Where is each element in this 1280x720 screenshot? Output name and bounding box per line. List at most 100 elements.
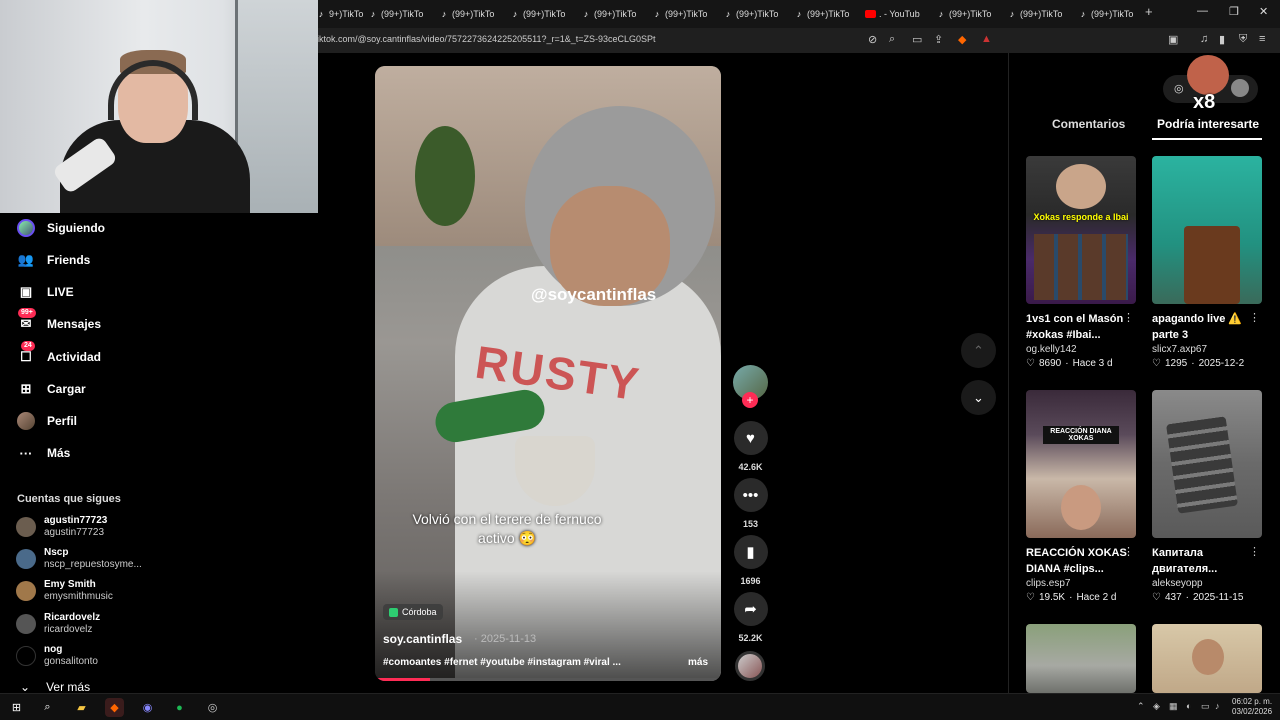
browser-tab[interactable]: ♪ (99+)TikTo: [510, 5, 578, 23]
active-tab-indicator: [1152, 138, 1262, 140]
panel-icon[interactable]: ▮: [1219, 33, 1225, 46]
obs-icon[interactable]: ◎: [203, 698, 222, 717]
recommended-video-card[interactable]: Капитала двигателя... ⋮ alekseyopp ♡ 437 ·…: [1152, 390, 1262, 603]
following-account[interactable]: nog gonsalitonto: [16, 644, 98, 668]
recommended-video-card[interactable]: [1026, 624, 1136, 693]
follow-plus-icon[interactable]: +: [742, 392, 758, 408]
tab-recommended[interactable]: Podría interesarte: [1157, 117, 1259, 131]
tray-app-icon[interactable]: ▦: [1169, 701, 1178, 712]
more-options-icon[interactable]: ⋮: [1249, 311, 1260, 324]
video-thumbnail: [1152, 624, 1262, 693]
video-progress-fill: [375, 678, 431, 681]
sidebar-item-profile[interactable]: Perfil: [17, 410, 77, 432]
vpn-shield-icon[interactable]: ⛨: [1239, 33, 1247, 46]
chevron-up-icon[interactable]: ⌃: [1137, 701, 1145, 712]
next-video-button[interactable]: ⌄: [961, 380, 996, 415]
system-clock[interactable]: 06:02 p. m. 03/02/2026: [1232, 697, 1272, 717]
recommended-video-card[interactable]: [1152, 624, 1262, 693]
browser-tab[interactable]: ♪ (99+)TikTo: [936, 5, 1004, 23]
restore-icon[interactable]: ❐: [1229, 5, 1239, 18]
browser-tab[interactable]: ♪ (99+)TikTo: [439, 5, 507, 23]
browser-tab[interactable]: ♪ 9+)TikTo: [316, 5, 366, 23]
browser-tab[interactable]: ♪ (99+)TikTo: [1007, 5, 1075, 23]
compass-icon[interactable]: ◎: [1174, 82, 1184, 95]
browser-tab[interactable]: ♪ (99+)TikTo: [723, 5, 791, 23]
recommended-video-card[interactable]: apagando live ⚠️ parte 3 ⋮ slicx7.axp67 …: [1152, 156, 1262, 369]
location-tag[interactable]: Córdoba: [383, 604, 443, 620]
sidebar-item-following[interactable]: Siguiendo: [17, 217, 105, 239]
heart-icon: ♡: [1026, 358, 1035, 369]
sidebar-item-upload[interactable]: ⊞ Cargar: [17, 378, 86, 400]
thumbnail-face: [1192, 639, 1224, 675]
video-hashtags[interactable]: #comoantes #fernet #youtube #instagram #…: [383, 657, 621, 668]
like-count: 42.6K: [738, 462, 763, 472]
video-player[interactable]: RUSTY @soycantinflas Volvió con el terer…: [375, 66, 721, 681]
close-icon[interactable]: ✕: [1259, 5, 1268, 18]
sidebar-toggle-icon[interactable]: ▣: [1168, 33, 1178, 46]
recommended-video-card[interactable]: Xokas responde a Ibai 1vs1 con el Masón …: [1026, 156, 1136, 369]
following-account[interactable]: Ricardovelz ricardovelz: [16, 612, 100, 636]
sidebar-item-live[interactable]: ▣ LIVE: [17, 281, 74, 303]
sidebar-item-friends[interactable]: 👥 Friends: [17, 249, 90, 271]
rewards-icon[interactable]: ▲: [981, 33, 992, 45]
sidebar-item-messages[interactable]: ✉ 99+ Mensajes: [17, 308, 101, 335]
new-tab-button[interactable]: +: [1145, 4, 1153, 19]
windows-start-icon[interactable]: ⊞: [7, 698, 26, 717]
tray-app-icon[interactable]: ◐: [1186, 701, 1191, 711]
music-disc[interactable]: [735, 651, 765, 681]
volume-icon[interactable]: ♪: [1215, 701, 1220, 711]
more-options-icon[interactable]: ⋮: [1123, 311, 1134, 324]
video-scene-tree: [415, 126, 475, 226]
brave-shield-icon[interactable]: ◆: [958, 33, 966, 46]
more-options-icon[interactable]: ⋮: [1249, 545, 1260, 558]
minimize-icon[interactable]: —: [1197, 5, 1208, 17]
cast-icon[interactable]: ▭: [912, 33, 922, 46]
browser-tab[interactable]: ♪ (99+)TikTo: [652, 5, 720, 23]
reaction-sticker: x8: [1185, 55, 1235, 113]
browser-tab[interactable]: ♪ (99+)TikTo: [368, 5, 436, 23]
sidebar-item-more[interactable]: ··· Más: [17, 442, 71, 464]
recommended-video-card[interactable]: REACCIÓN DIANA XOKAS REACCIÓN XOKAS DIAN…: [1026, 390, 1136, 603]
more-options-icon[interactable]: ⋮: [1123, 545, 1134, 558]
video-progress-bar[interactable]: [375, 678, 721, 681]
previous-video-button[interactable]: ⌃: [961, 333, 996, 368]
menu-icon[interactable]: ≡: [1259, 33, 1265, 45]
upload-icon: ⊞: [20, 381, 32, 396]
url-field[interactable]: iktok.com/@soy.cantinflas/video/75722736…: [317, 34, 656, 44]
browser-tab[interactable]: ♪ (99+)TikTo: [581, 5, 649, 23]
search-icon[interactable]: ⌕: [38, 698, 57, 717]
bookmark-icon: ▮: [733, 535, 768, 569]
youtube-icon: [865, 10, 876, 18]
browser-tab[interactable]: ♪ (99+)TikTo: [794, 5, 862, 23]
spotify-icon[interactable]: ●: [170, 698, 189, 717]
save-button[interactable]: ▮ 1696: [733, 535, 768, 586]
avatar: [16, 581, 36, 601]
see-more-button[interactable]: ⌄ Ver más: [20, 680, 90, 694]
tray-app-icon[interactable]: ◈: [1153, 701, 1160, 712]
following-account[interactable]: Emy Smith emysmithmusic: [16, 579, 113, 603]
more-button[interactable]: más: [688, 657, 708, 668]
share-button[interactable]: ➦ 52.2K: [733, 592, 768, 643]
mute-icon[interactable]: ⊘: [868, 33, 877, 46]
tiktok-icon: ♪: [938, 9, 944, 19]
discord-icon[interactable]: ◉: [138, 698, 157, 717]
brave-browser-icon[interactable]: ◆: [105, 698, 124, 717]
sidebar-item-activity[interactable]: ☐ 24 Actividad: [17, 341, 101, 368]
following-account[interactable]: agustin77723 agustin77723: [16, 515, 107, 539]
media-icon[interactable]: ♫: [1200, 33, 1208, 45]
browser-tab[interactable]: ♪ (99+)TikTo: [1078, 5, 1142, 23]
video-author[interactable]: soy.cantinflas: [383, 632, 462, 646]
comment-button[interactable]: ••• 153: [733, 478, 768, 529]
tab-comments[interactable]: Comentarios: [1052, 117, 1125, 131]
browser-tab[interactable]: . - YouTub: [865, 5, 933, 23]
share-icon[interactable]: ⇪: [934, 33, 943, 46]
share-arrow-icon: ➦: [733, 592, 768, 626]
file-explorer-icon[interactable]: ▰: [72, 698, 91, 717]
more-icon: ···: [19, 445, 33, 461]
like-button[interactable]: ♥ 42.6K: [733, 421, 768, 472]
heart-icon: ♡: [1026, 592, 1035, 603]
network-icon[interactable]: ▭: [1201, 701, 1210, 712]
zoom-icon[interactable]: ⌕: [889, 33, 895, 46]
following-account[interactable]: Nscp nscp_repuestosyme...: [16, 547, 142, 571]
avatar: [16, 549, 36, 569]
